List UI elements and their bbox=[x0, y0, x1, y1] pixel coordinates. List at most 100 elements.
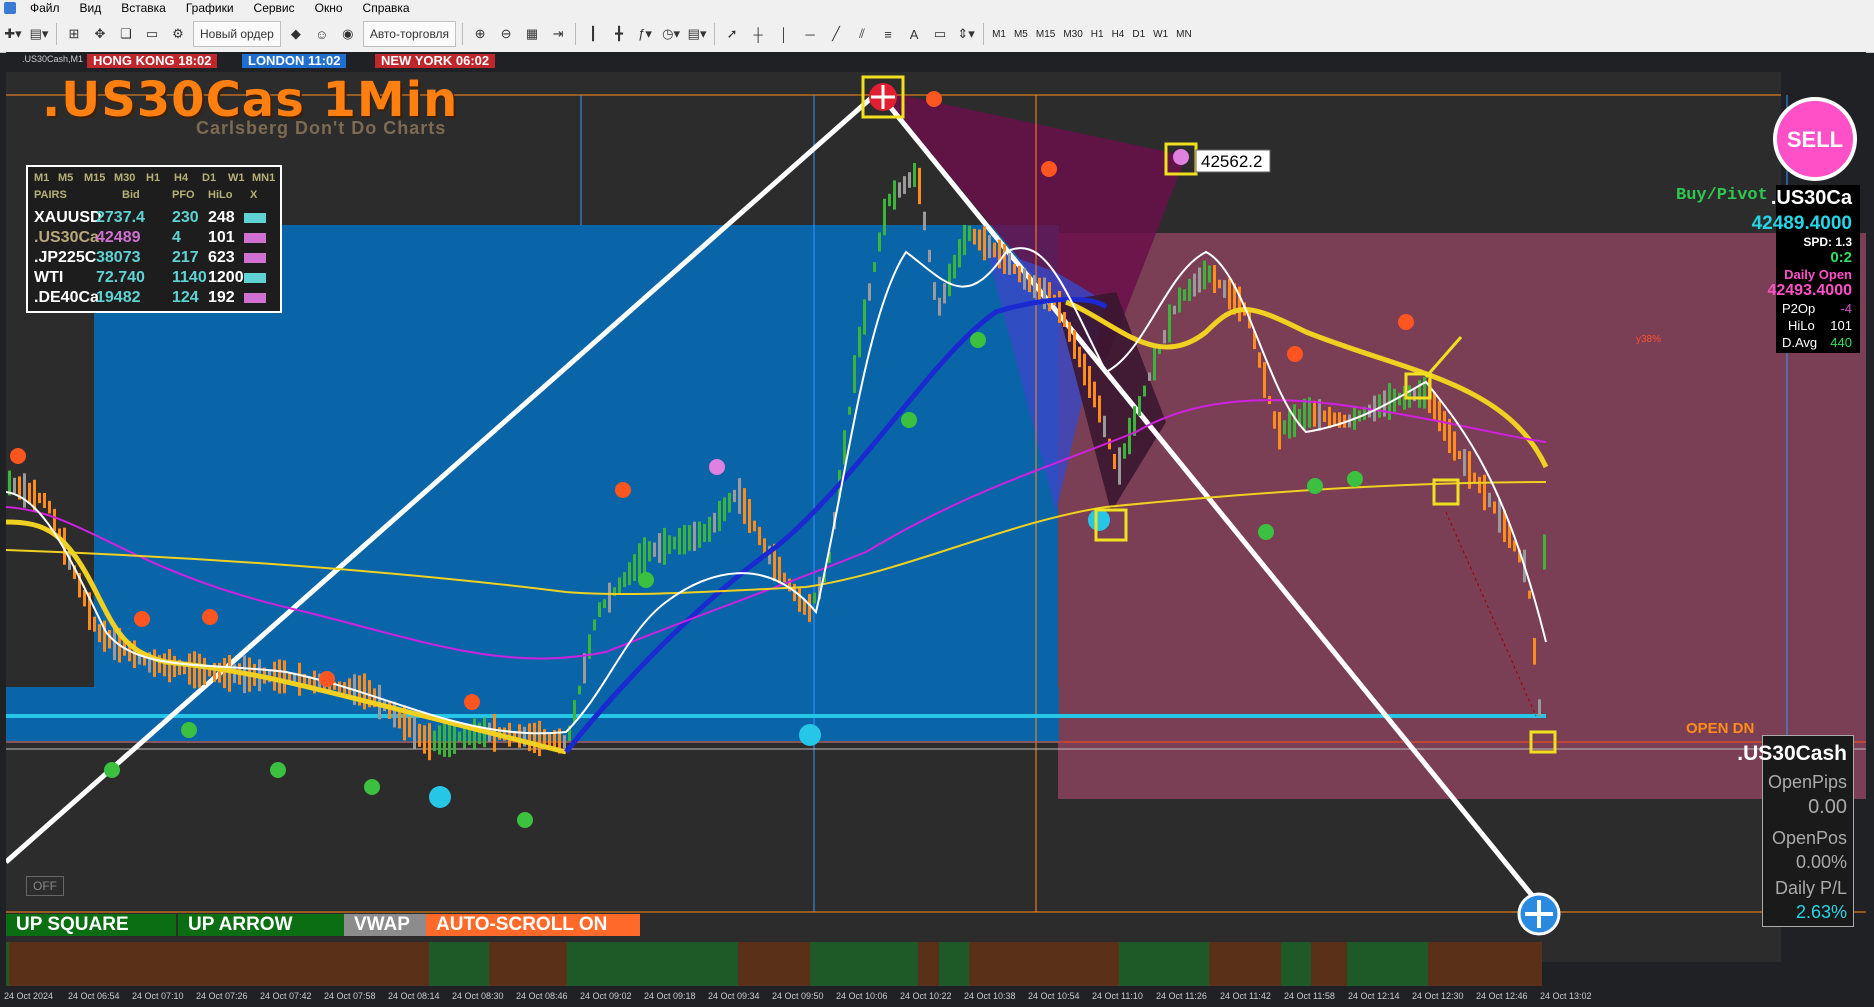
chart-shift-icon[interactable]: ⇥ bbox=[547, 22, 569, 46]
volume-histogram bbox=[6, 942, 1542, 986]
cell-x-swatch[interactable] bbox=[244, 253, 266, 263]
candle bbox=[298, 662, 301, 696]
histogram-bar bbox=[558, 942, 561, 986]
timeframe-m5[interactable]: M5 bbox=[1010, 29, 1032, 40]
histogram-bar bbox=[492, 942, 495, 986]
cursor-icon[interactable]: ➚ bbox=[721, 22, 743, 46]
histogram-bar bbox=[57, 942, 60, 986]
vertical-line-icon[interactable]: │ bbox=[773, 22, 795, 46]
templates-icon[interactable]: ▤▾ bbox=[686, 22, 708, 46]
profiles-icon[interactable]: ▤▾ bbox=[28, 22, 50, 46]
histogram-bar bbox=[24, 942, 27, 986]
candle bbox=[1493, 501, 1496, 514]
label-icon[interactable]: ▭ bbox=[929, 22, 951, 46]
timeframe-m1[interactable]: M1 bbox=[988, 29, 1010, 40]
histogram-bar bbox=[180, 942, 183, 986]
arrows-icon[interactable]: ⇕▾ bbox=[955, 22, 977, 46]
cell-x-swatch[interactable] bbox=[244, 213, 266, 223]
terminal-icon[interactable]: ▭ bbox=[141, 22, 163, 46]
community-icon[interactable]: ☺ bbox=[311, 22, 333, 46]
tf-d1[interactable]: D1 bbox=[202, 172, 216, 184]
histogram-bar bbox=[1059, 942, 1062, 986]
navigator-icon[interactable]: ❏ bbox=[115, 22, 137, 46]
menu-insert[interactable]: Вставка bbox=[111, 1, 176, 15]
tf-m5[interactable]: M5 bbox=[58, 172, 73, 184]
candle bbox=[1528, 590, 1531, 599]
zoom-out-icon[interactable]: ⊖ bbox=[495, 22, 517, 46]
channel-icon[interactable]: ⫽ bbox=[851, 22, 873, 46]
up-square-button[interactable]: UP SQUARE bbox=[6, 914, 176, 936]
auto-trading-button[interactable]: Авто-торговля bbox=[362, 21, 457, 47]
histogram-bar bbox=[1221, 942, 1224, 986]
tester-icon[interactable]: ⚙ bbox=[167, 22, 189, 46]
bar-chart-icon[interactable]: ┃ bbox=[582, 22, 604, 46]
histogram-bar bbox=[915, 942, 918, 986]
crosshair-icon[interactable]: ✥ bbox=[89, 22, 111, 46]
cell-x-swatch[interactable] bbox=[244, 233, 266, 243]
candle bbox=[898, 182, 901, 198]
candle bbox=[1313, 400, 1316, 427]
vwap-button[interactable]: VWAP bbox=[344, 914, 430, 936]
tf-m15[interactable]: M15 bbox=[84, 172, 105, 184]
menu-view[interactable]: Вид bbox=[70, 1, 112, 15]
histogram-bar bbox=[258, 942, 261, 986]
histogram-bar bbox=[96, 942, 99, 986]
histogram-bar bbox=[690, 942, 693, 986]
indicators-icon[interactable]: ƒ▾ bbox=[634, 22, 656, 46]
candle bbox=[518, 724, 521, 748]
up-arrow-button[interactable]: UP ARROW bbox=[178, 914, 348, 936]
timeframe-h1[interactable]: H1 bbox=[1087, 29, 1108, 40]
metaeditor-icon[interactable]: ◆ bbox=[285, 22, 307, 46]
timeframe-m15[interactable]: M15 bbox=[1032, 29, 1059, 40]
histogram-bar bbox=[798, 942, 801, 986]
zoom-in-icon[interactable]: ⊕ bbox=[469, 22, 491, 46]
text-icon[interactable]: A bbox=[903, 22, 925, 46]
tf-h4[interactable]: H4 bbox=[174, 172, 188, 184]
timeframe-h4[interactable]: H4 bbox=[1108, 29, 1129, 40]
cell-x-swatch[interactable] bbox=[244, 293, 266, 303]
candle-chart-icon[interactable]: ╋ bbox=[608, 22, 630, 46]
timeframe-d1[interactable]: D1 bbox=[1128, 29, 1149, 40]
candle bbox=[108, 629, 111, 649]
trendline-icon[interactable]: ╱ bbox=[825, 22, 847, 46]
tf-m1[interactable]: M1 bbox=[34, 172, 49, 184]
cell-hilo: 101 bbox=[208, 229, 235, 246]
histogram-bar bbox=[1077, 942, 1080, 986]
tf-m30[interactable]: M30 bbox=[114, 172, 135, 184]
timeframe-m30[interactable]: M30 bbox=[1059, 29, 1086, 40]
menu-charts[interactable]: Графики bbox=[176, 1, 244, 15]
new-chart-icon[interactable]: ✚▾ bbox=[2, 22, 24, 46]
histogram-bar bbox=[753, 942, 756, 986]
signals-icon[interactable]: ◉ bbox=[337, 22, 359, 46]
horizontal-line-icon[interactable]: ─ bbox=[799, 22, 821, 46]
menu-tools[interactable]: Сервис bbox=[244, 1, 305, 15]
candle bbox=[723, 497, 726, 522]
cell-pfo: 1140 bbox=[172, 269, 207, 286]
tf-w1[interactable]: W1 bbox=[228, 172, 245, 184]
market-watch-icon[interactable]: ⊞ bbox=[63, 22, 85, 46]
menu-file[interactable]: Файл bbox=[20, 1, 70, 15]
crosshair-tool-icon[interactable]: ┼ bbox=[747, 22, 769, 46]
fibo-icon[interactable]: ≡ bbox=[877, 22, 899, 46]
menu-help[interactable]: Справка bbox=[353, 1, 420, 15]
auto-scroll-button[interactable]: AUTO-SCROLL ON bbox=[426, 914, 640, 936]
histogram-bar bbox=[270, 942, 273, 986]
chart-subtitle: Carlsberg Don't Do Charts bbox=[196, 118, 447, 138]
histogram-bar bbox=[1008, 942, 1011, 986]
timeframe-mn[interactable]: MN bbox=[1172, 29, 1196, 40]
candle bbox=[173, 655, 176, 678]
tile-windows-icon[interactable]: ▦ bbox=[521, 22, 543, 46]
menu-window[interactable]: Окно bbox=[305, 1, 353, 15]
timeframe-w1[interactable]: W1 bbox=[1149, 29, 1172, 40]
tf-mn1[interactable]: MN1 bbox=[252, 172, 275, 184]
off-button[interactable]: OFF bbox=[26, 876, 64, 896]
cell-x-swatch[interactable] bbox=[244, 273, 266, 283]
periods-icon[interactable]: ◷▾ bbox=[660, 22, 682, 46]
histogram-bar bbox=[1056, 942, 1059, 986]
tf-h1[interactable]: H1 bbox=[146, 172, 160, 184]
price-chart[interactable]: 42562.2 y38% OPEN DN bbox=[6, 52, 1866, 1007]
time-axis-label: 24 Oct 07:26 bbox=[196, 991, 248, 1001]
time-axis-label: 24 Oct 09:02 bbox=[580, 991, 632, 1001]
histogram-bar bbox=[1281, 942, 1284, 986]
new-order-button[interactable]: Новый ордер bbox=[193, 21, 281, 47]
